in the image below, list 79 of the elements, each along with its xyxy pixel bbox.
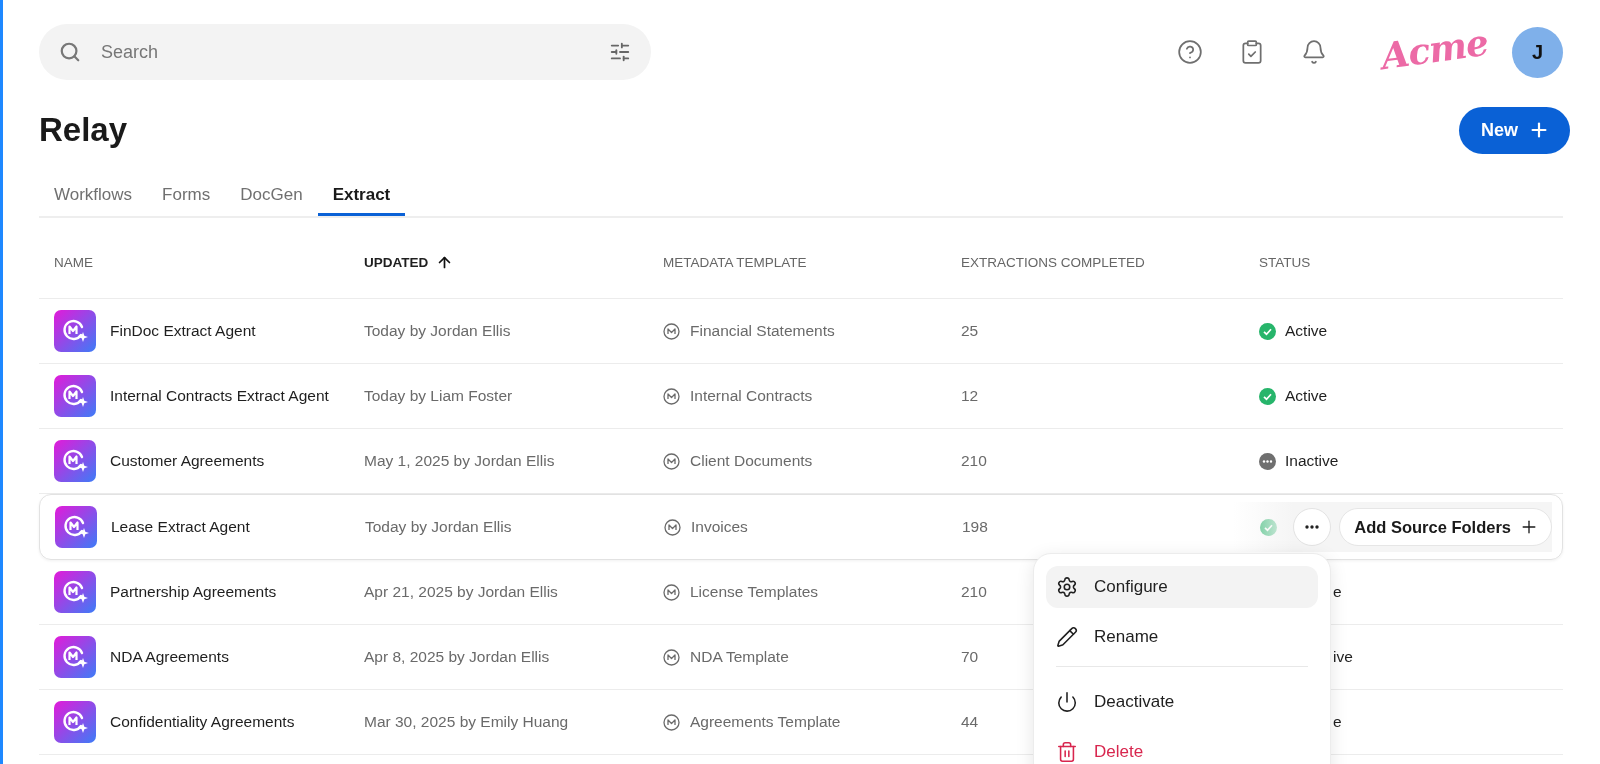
agent-icon bbox=[54, 701, 96, 743]
agent-icon bbox=[54, 310, 96, 352]
menu-item[interactable]: Delete bbox=[1046, 731, 1318, 764]
filter-icon[interactable] bbox=[609, 41, 631, 63]
agent-name: Partnership Agreements bbox=[110, 583, 277, 601]
updated-text: Apr 8, 2025 by Jordan Ellis bbox=[364, 648, 550, 666]
add-source-folders-button[interactable]: Add Source Folders bbox=[1339, 508, 1552, 546]
template-name: Client Documents bbox=[690, 452, 813, 470]
extractions-count: 44 bbox=[961, 713, 979, 731]
agent-icon bbox=[54, 571, 96, 613]
status-text: Inactive bbox=[1285, 452, 1339, 470]
extractions-count: 210 bbox=[961, 452, 987, 470]
table-row[interactable]: Lease Extract Agent Today by Jordan Ellis Invoices 198 Add Source Folders bbox=[39, 494, 1563, 560]
status-text: Active bbox=[1285, 322, 1328, 340]
settings-icon bbox=[1056, 576, 1078, 598]
extractions-count: 210 bbox=[961, 583, 987, 601]
status-text: e bbox=[1333, 713, 1342, 731]
updated-text: Today by Liam Foster bbox=[364, 387, 513, 405]
column-header[interactable]: UPDATED bbox=[364, 254, 429, 270]
template-icon bbox=[663, 322, 680, 340]
agent-icon bbox=[55, 506, 97, 548]
agent-name: FinDoc Extract Agent bbox=[110, 322, 256, 340]
agent-icon bbox=[54, 636, 96, 678]
extractions-count: 25 bbox=[961, 322, 979, 340]
search-icon bbox=[59, 41, 81, 63]
status-text: e bbox=[1333, 583, 1342, 601]
tab[interactable]: Workflows bbox=[39, 176, 148, 216]
template-name: Financial Statements bbox=[690, 322, 835, 340]
menu-item[interactable]: Rename bbox=[1046, 616, 1318, 658]
template-icon bbox=[664, 518, 681, 536]
extractions-count: 12 bbox=[961, 387, 979, 405]
agent-icon bbox=[54, 440, 96, 482]
tab[interactable]: DocGen bbox=[225, 176, 318, 216]
agent-name: Lease Extract Agent bbox=[111, 518, 250, 536]
agent-name: Confidentiality Agreements bbox=[110, 713, 295, 731]
logo: Acme bbox=[1378, 20, 1491, 78]
search-input[interactable]: Search bbox=[99, 40, 591, 64]
template-icon bbox=[663, 452, 680, 470]
avatar[interactable]: J bbox=[1512, 26, 1563, 78]
bell-icon[interactable] bbox=[1301, 39, 1328, 65]
updated-text: Today by Jordan Ellis bbox=[365, 518, 512, 536]
updated-text: Apr 21, 2025 by Jordan Ellis bbox=[364, 583, 558, 601]
help-icon[interactable] bbox=[1177, 39, 1204, 65]
template-icon bbox=[663, 387, 680, 405]
template-icon bbox=[663, 648, 680, 666]
pencil-icon bbox=[1056, 626, 1078, 648]
tab[interactable]: Forms bbox=[147, 176, 226, 216]
extractions-count: 70 bbox=[961, 648, 979, 666]
template-icon bbox=[663, 713, 680, 731]
new-button[interactable]: New bbox=[1459, 106, 1570, 154]
column-header[interactable]: NAME bbox=[54, 254, 364, 270]
template-name: NDA Template bbox=[690, 648, 789, 666]
template-name: Agreements Template bbox=[690, 713, 841, 731]
status-text: Active bbox=[1285, 387, 1328, 405]
tab[interactable]: Extract bbox=[317, 176, 406, 216]
column-header[interactable]: METADATA TEMPLATE bbox=[663, 254, 961, 270]
template-name: Internal Contracts bbox=[690, 387, 813, 405]
more-button[interactable] bbox=[1293, 508, 1332, 546]
template-name: Invoices bbox=[691, 518, 748, 536]
updated-text: May 1, 2025 by Jordan Ellis bbox=[364, 452, 555, 470]
menu-item[interactable]: Deactivate bbox=[1046, 681, 1318, 723]
updated-text: Mar 30, 2025 by Emily Huang bbox=[364, 713, 569, 731]
agent-name: Internal Contracts Extract Agent bbox=[110, 387, 329, 405]
status-text: ive bbox=[1333, 648, 1353, 666]
template-name: License Templates bbox=[690, 583, 819, 601]
column-header[interactable]: EXTRACTIONS COMPLETED bbox=[961, 254, 1259, 270]
agent-icon bbox=[54, 375, 96, 417]
agent-name: Customer Agreements bbox=[110, 452, 265, 470]
extractions-count: 198 bbox=[962, 518, 988, 536]
trash-icon bbox=[1056, 741, 1078, 763]
page-title: Relay bbox=[39, 111, 128, 149]
template-icon bbox=[663, 583, 680, 601]
menu-item[interactable]: Configure bbox=[1046, 566, 1318, 608]
search-field[interactable]: Search bbox=[39, 24, 651, 80]
column-header[interactable]: STATUS bbox=[1259, 254, 1563, 270]
updated-text: Today by Jordan Ellis bbox=[364, 322, 511, 340]
agent-name: NDA Agreements bbox=[110, 648, 229, 666]
ellipsis-icon bbox=[1305, 525, 1320, 529]
power-icon bbox=[1056, 691, 1078, 713]
